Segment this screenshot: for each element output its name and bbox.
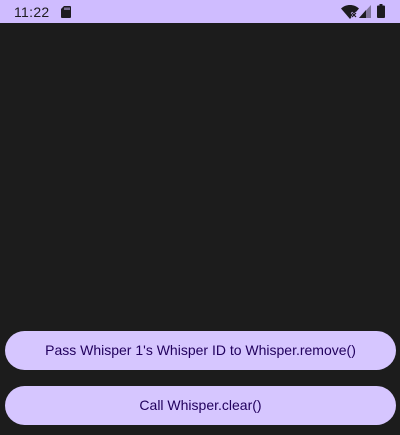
status-bar: 11:22	[0, 0, 400, 23]
battery-icon	[377, 4, 385, 18]
sd-card-icon	[61, 6, 71, 18]
status-time: 11:22	[14, 4, 50, 20]
pass-whisper-id-remove-button[interactable]: Pass Whisper 1's Whisper ID to Whisper.r…	[5, 331, 396, 370]
clear-whispers-button[interactable]: Call Whisper.clear()	[5, 386, 396, 425]
main-content	[0, 23, 400, 435]
cell-signal-icon	[359, 5, 371, 18]
wifi-icon	[341, 5, 359, 19]
